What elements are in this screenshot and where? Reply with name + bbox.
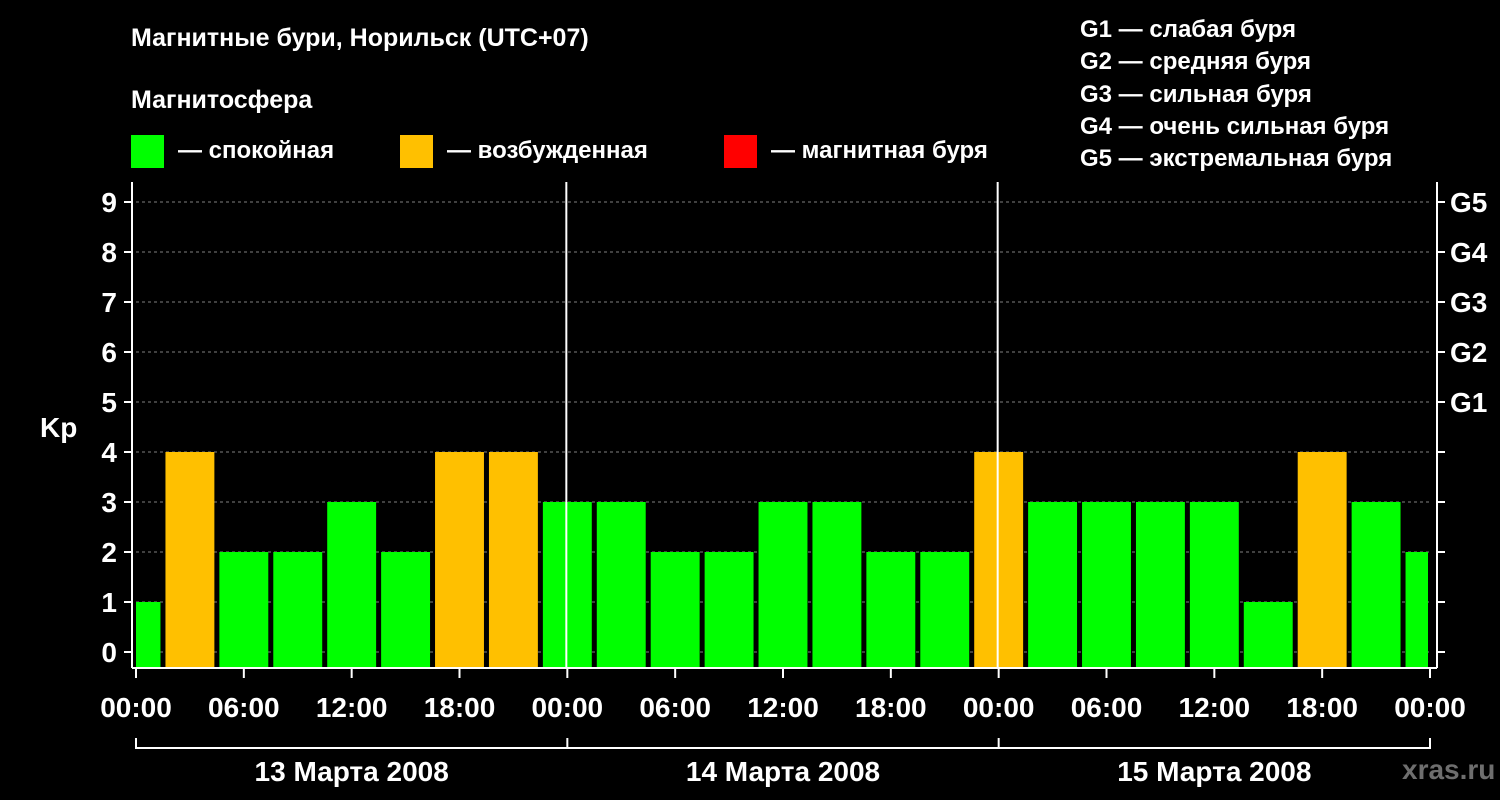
kp-bar [704, 552, 754, 668]
x-tick-label: 00:00 [963, 692, 1035, 723]
kp-bar [136, 602, 161, 668]
y-tick-label: 9 [101, 187, 117, 218]
kp-bar [488, 452, 538, 668]
kp-bar [1351, 502, 1401, 668]
y-tick-label: 8 [101, 237, 117, 268]
y-tick-label: 5 [101, 387, 117, 418]
g-tick-label: G4 [1450, 237, 1488, 268]
y-tick-label: 2 [101, 537, 117, 568]
x-tick-label: 06:00 [639, 692, 711, 723]
day-label: 13 Марта 2008 [255, 756, 449, 787]
x-tick-label: 00:00 [532, 692, 604, 723]
kp-bar [920, 552, 970, 668]
watermark: xras.ru [1402, 754, 1496, 785]
y-tick-label: 1 [101, 587, 117, 618]
g-tick-label: G3 [1450, 287, 1487, 318]
day-label: 15 Марта 2008 [1117, 756, 1311, 787]
x-tick-label: 06:00 [1071, 692, 1143, 723]
kp-bar [596, 502, 646, 668]
g-tick-label: G5 [1450, 187, 1487, 218]
kp-bar [650, 552, 700, 668]
x-tick-label: 00:00 [1394, 692, 1466, 723]
g-tick-label: G2 [1450, 337, 1487, 368]
y-tick-label: 3 [101, 487, 117, 518]
x-tick-label: 12:00 [316, 692, 388, 723]
y-tick-label: 4 [101, 437, 117, 468]
kp-bar [1297, 452, 1347, 668]
kp-bar [219, 552, 269, 668]
x-tick-label: 12:00 [1179, 692, 1251, 723]
x-tick-label: 18:00 [855, 692, 927, 723]
kp-bar [165, 452, 215, 668]
x-tick-label: 18:00 [424, 692, 496, 723]
kp-bar [1082, 502, 1131, 668]
kp-bar [758, 502, 808, 668]
x-tick-label: 18:00 [1286, 692, 1358, 723]
kp-bar [1028, 502, 1078, 668]
kp-bar [1135, 502, 1185, 668]
kp-bar [273, 552, 323, 668]
kp-bar [327, 502, 377, 668]
x-tick-label: 06:00 [208, 692, 280, 723]
kp-bar-chart: 0 1 2 3 4 5 6 7 8 9 G1 G2 G3 G4 G5 00:00 06:00 12:00 18:00… [100, 182, 1488, 787]
kp-bar [812, 502, 862, 668]
kp-bar [542, 502, 592, 668]
kp-bar [435, 452, 484, 668]
kp-bar [866, 552, 916, 668]
kp-bar [1189, 502, 1239, 668]
kp-bar [1243, 602, 1293, 668]
y-tick-label: 6 [101, 337, 117, 368]
y-tick-label: 7 [101, 287, 117, 318]
g-tick-label: G1 [1450, 387, 1487, 418]
x-tick-label: 00:00 [100, 692, 172, 723]
x-tick-label: 12:00 [747, 692, 819, 723]
y-tick-label: 0 [101, 637, 117, 668]
day-label: 14 Марта 2008 [686, 756, 880, 787]
kp-bar [1405, 552, 1428, 668]
kp-bar [381, 552, 431, 668]
